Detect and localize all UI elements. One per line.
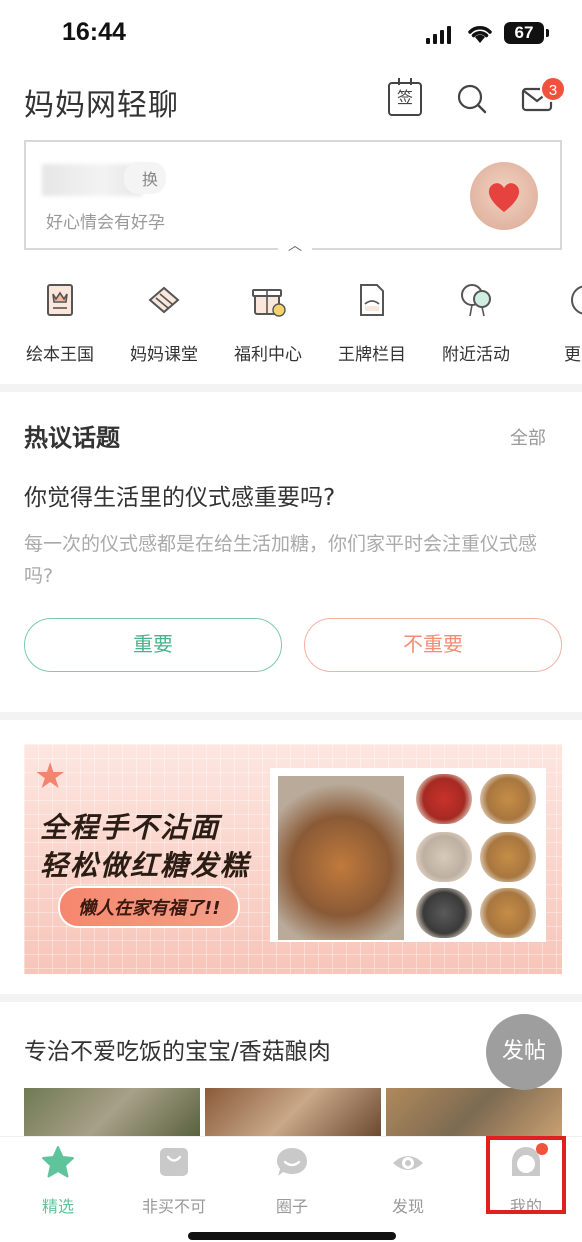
tab-label: 发现 [391, 1197, 424, 1216]
nav-label: 王牌栏目 [338, 345, 406, 365]
collapse-chevron-icon[interactable]: ︿ [278, 238, 312, 256]
cellular-signal-icon [426, 26, 452, 44]
heart-icon [488, 183, 520, 212]
status-bar: 16:44 67 [0, 0, 582, 66]
tab-circle[interactable]: 圈子 [242, 1145, 342, 1217]
sign-in-calendar-icon[interactable]: 签 [388, 78, 422, 116]
hot-topic-card: 热议话题 全部 你觉得生活里的仪式感重要吗? 每一次的仪式感都是在给生活加糖，你… [0, 392, 582, 710]
search-icon[interactable] [455, 82, 489, 116]
topic-description: 每一次的仪式感都是在给生活加糖，你们家平时会注重仪式感吗? [24, 533, 538, 587]
photo-cell [480, 774, 536, 824]
topic-question[interactable]: 你觉得生活里的仪式感重要吗? [24, 478, 335, 512]
battery-icon: 67 [504, 22, 549, 44]
nav-item-more[interactable]: 更 [530, 280, 582, 365]
divider [0, 712, 582, 720]
create-post-button[interactable]: 发帖 [486, 1014, 562, 1090]
divider [0, 384, 582, 392]
profile-card[interactable]: 换 好心情会有好孕 ︿ [24, 140, 562, 256]
all-topics-link[interactable]: 全部 [510, 424, 546, 450]
banner-tag: 懒人在家有福了!! [58, 886, 241, 928]
banner-photo-collage [270, 768, 546, 942]
divider [0, 994, 582, 1002]
post-image-strip [24, 1088, 582, 1136]
post-image [386, 1088, 562, 1136]
switch-button[interactable]: 换 [124, 162, 167, 194]
section-title: 热议话题 [24, 424, 120, 452]
photo-cell [416, 888, 472, 938]
vote-not-important-button[interactable]: 不重要 [304, 618, 562, 672]
wifi-icon [468, 26, 492, 43]
star-icon [42, 1146, 74, 1178]
nav-item-picture-book[interactable]: 绘本王国 [10, 280, 110, 365]
nav-label: 更 [564, 345, 581, 365]
shopping-bag-icon [160, 1148, 188, 1176]
tab-label: 非买不可 [141, 1197, 206, 1216]
tab-discover[interactable]: 发现 [358, 1145, 458, 1217]
home-indicator [188, 1232, 396, 1240]
recipe-banner[interactable]: ★ 全程手不沾面 轻松做红糖发糕 懒人在家有福了!! [24, 744, 562, 974]
nav-item-nearby[interactable]: 附近活动 [426, 280, 526, 365]
nav-item-welfare[interactable]: 福利中心 [218, 280, 318, 365]
tab-label: 圈子 [275, 1197, 308, 1216]
nav-label: 绘本王国 [26, 345, 94, 365]
tab-must-buy[interactable]: 非买不可 [124, 1145, 224, 1217]
nav-item-column[interactable]: 王牌栏目 [322, 280, 422, 365]
profile-tagline: 好心情会有好孕 [46, 213, 165, 233]
pregnancy-avatar[interactable] [470, 162, 538, 230]
page-title: 妈妈网轻聊 [24, 88, 179, 123]
nav-item-classroom[interactable]: 妈妈课堂 [114, 280, 214, 365]
star-decoration-icon: ★ [34, 756, 67, 797]
banner-headline: 轻松做红糖发糕 [40, 849, 251, 882]
cake-photo [278, 776, 404, 940]
balloon-icon [461, 284, 491, 317]
nav-label: 附近活动 [442, 345, 510, 365]
photo-cell [416, 774, 472, 824]
classroom-icon [148, 286, 180, 314]
more-icon [571, 285, 582, 315]
photo-cell [480, 832, 536, 882]
eye-icon [393, 1156, 423, 1170]
post-image [205, 1088, 381, 1136]
gift-icon [252, 289, 286, 317]
annotation-highlight [486, 1136, 566, 1214]
banner-headline: 全程手不沾面 [40, 811, 221, 844]
feature-nav: 绘本王国 妈妈课堂 福利中心 王牌栏目 附近活动 更 [0, 280, 582, 380]
tab-featured[interactable]: 精选 [8, 1145, 108, 1217]
vote-important-button[interactable]: 重要 [24, 618, 282, 672]
nav-label: 妈妈课堂 [130, 345, 198, 365]
nav-label: 福利中心 [234, 345, 302, 365]
status-time: 16:44 [62, 18, 126, 46]
post-title[interactable]: 专治不爱吃饭的宝宝/香菇酿肉 [24, 1032, 331, 1066]
post-image [24, 1088, 200, 1136]
app-header: 妈妈网轻聊 签 3 [0, 66, 582, 136]
photo-cell [416, 832, 472, 882]
column-icon [360, 284, 384, 316]
picture-book-icon [47, 284, 73, 316]
chat-bubble-icon [277, 1148, 307, 1176]
tab-label: 精选 [41, 1197, 74, 1216]
message-badge: 3 [540, 76, 566, 102]
photo-cell [480, 888, 536, 938]
